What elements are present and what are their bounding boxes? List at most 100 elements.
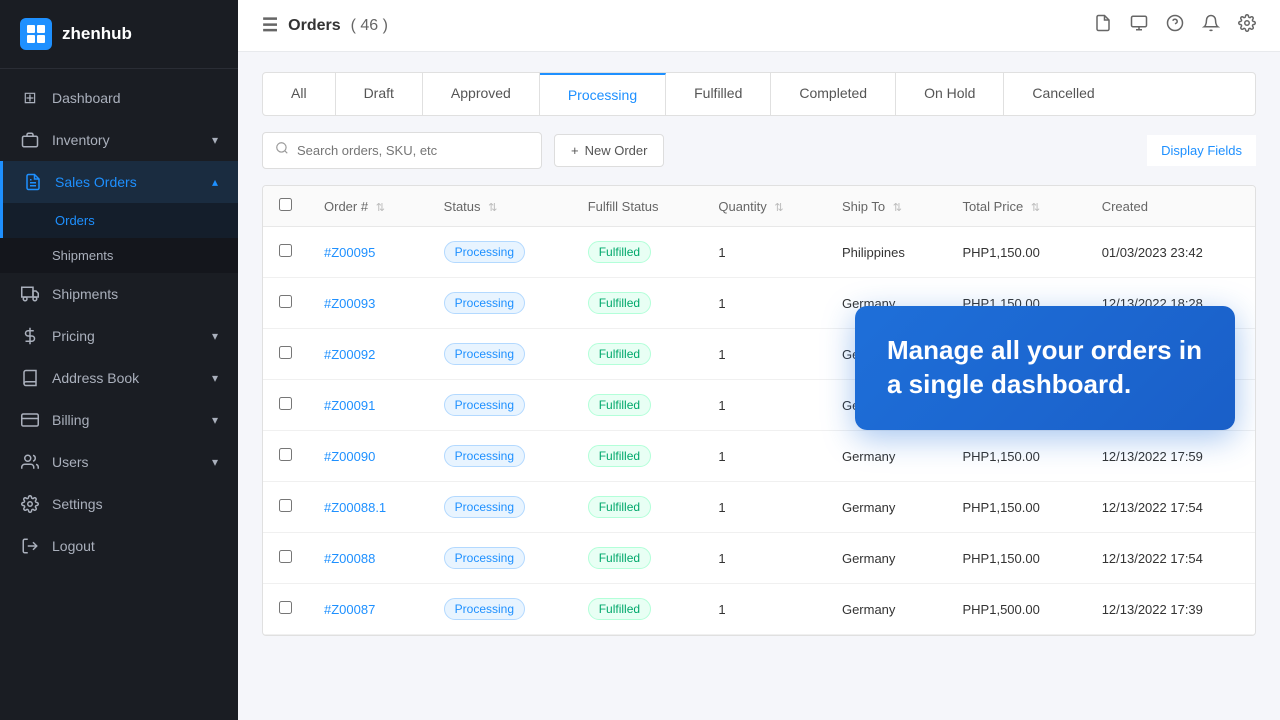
order-link[interactable]: #Z00088 xyxy=(324,551,375,566)
row-order-num[interactable]: #Z00091 xyxy=(308,380,428,431)
status-badge: Processing xyxy=(444,547,525,569)
row-quantity: 1 xyxy=(702,431,826,482)
order-link[interactable]: #Z00095 xyxy=(324,245,375,260)
row-quantity: 1 xyxy=(702,227,826,278)
users-icon xyxy=(20,452,40,472)
order-link[interactable]: #Z00093 xyxy=(324,296,375,311)
table-row: #Z00087 Processing Fulfilled 1 Germany P… xyxy=(263,584,1255,635)
col-total-price[interactable]: Total Price ⇅ xyxy=(947,186,1086,227)
row-checkbox[interactable] xyxy=(279,550,292,563)
shipments-sub-label: Shipments xyxy=(52,248,113,263)
order-link[interactable]: #Z00092 xyxy=(324,347,375,362)
sidebar-item-dashboard[interactable]: ⊞ Dashboard xyxy=(0,77,238,119)
sidebar-item-settings[interactable]: Settings xyxy=(0,483,238,525)
row-checkbox[interactable] xyxy=(279,397,292,410)
order-link[interactable]: #Z00091 xyxy=(324,398,375,413)
row-checkbox-cell xyxy=(263,533,308,584)
manage-orders-popup: Manage all your orders in a single dashb… xyxy=(855,306,1235,430)
table-body: #Z00095 Processing Fulfilled 1 Philippin… xyxy=(263,227,1255,635)
sort-icon: ⇅ xyxy=(893,201,902,214)
row-fulfill-status: Fulfilled xyxy=(572,584,703,635)
sidebar-item-sales-orders[interactable]: Sales Orders ▴ xyxy=(0,161,238,203)
tab-draft[interactable]: Draft xyxy=(336,73,423,115)
order-link[interactable]: #Z00087 xyxy=(324,602,375,617)
sidebar-item-billing[interactable]: Billing ▾ xyxy=(0,399,238,441)
order-link[interactable]: #Z00090 xyxy=(324,449,375,464)
row-order-num[interactable]: #Z00090 xyxy=(308,431,428,482)
row-checkbox-cell xyxy=(263,380,308,431)
sidebar-item-pricing[interactable]: Pricing ▾ xyxy=(0,315,238,357)
row-quantity: 1 xyxy=(702,584,826,635)
col-ship-to[interactable]: Ship To ⇅ xyxy=(826,186,947,227)
logo[interactable]: zhenhub xyxy=(0,0,238,69)
sidebar-item-label: Inventory xyxy=(52,132,110,148)
row-order-num[interactable]: #Z00088 xyxy=(308,533,428,584)
sidebar-item-inventory[interactable]: Inventory ▾ xyxy=(0,119,238,161)
row-checkbox[interactable] xyxy=(279,499,292,512)
sidebar-item-orders[interactable]: Orders xyxy=(0,203,238,238)
row-checkbox-cell xyxy=(263,431,308,482)
row-checkbox-cell xyxy=(263,227,308,278)
topbar-settings-icon[interactable] xyxy=(1238,14,1256,37)
row-quantity: 1 xyxy=(702,533,826,584)
display-fields-button[interactable]: Display Fields xyxy=(1147,135,1256,166)
fulfill-status-badge: Fulfilled xyxy=(588,343,651,365)
tab-processing[interactable]: Processing xyxy=(540,73,666,115)
search-box[interactable] xyxy=(262,132,542,169)
sidebar-item-users[interactable]: Users ▾ xyxy=(0,441,238,483)
new-order-button[interactable]: + + New Order New Order xyxy=(554,134,664,167)
logout-icon xyxy=(20,536,40,556)
row-checkbox[interactable] xyxy=(279,346,292,359)
tab-on-hold[interactable]: On Hold xyxy=(896,73,1004,115)
col-order-num[interactable]: Order # ⇅ xyxy=(308,186,428,227)
sidebar-item-shipments-sub[interactable]: Shipments xyxy=(0,238,238,273)
col-quantity[interactable]: Quantity ⇅ xyxy=(702,186,826,227)
row-checkbox[interactable] xyxy=(279,448,292,461)
search-input[interactable] xyxy=(297,143,529,158)
shipments-icon xyxy=(20,284,40,304)
tab-completed[interactable]: Completed xyxy=(771,73,896,115)
order-tabs: All Draft Approved Processing Fulfilled … xyxy=(262,72,1256,116)
row-total-price: PHP1,150.00 xyxy=(947,533,1086,584)
tab-approved[interactable]: Approved xyxy=(423,73,540,115)
select-all-checkbox[interactable] xyxy=(279,198,292,211)
row-order-num[interactable]: #Z00092 xyxy=(308,329,428,380)
row-checkbox-cell xyxy=(263,482,308,533)
status-badge: Processing xyxy=(444,394,525,416)
table-row: #Z00095 Processing Fulfilled 1 Philippin… xyxy=(263,227,1255,278)
document-icon[interactable] xyxy=(1094,14,1112,37)
display-fields-label: Display Fields xyxy=(1161,143,1242,158)
col-fulfill-status[interactable]: Fulfill Status xyxy=(572,186,703,227)
status-badge: Processing xyxy=(444,292,525,314)
help-icon[interactable] xyxy=(1166,14,1184,37)
row-checkbox[interactable] xyxy=(279,244,292,257)
notification-icon[interactable] xyxy=(1202,14,1220,37)
row-checkbox[interactable] xyxy=(279,295,292,308)
chevron-down-icon: ▾ xyxy=(212,133,218,147)
tab-cancelled[interactable]: Cancelled xyxy=(1004,73,1122,115)
row-total-price: PHP1,150.00 xyxy=(947,227,1086,278)
row-fulfill-status: Fulfilled xyxy=(572,431,703,482)
monitor-icon[interactable] xyxy=(1130,14,1148,37)
sidebar-item-address-book[interactable]: Address Book ▾ xyxy=(0,357,238,399)
row-ship-to: Germany xyxy=(826,482,947,533)
row-fulfill-status: Fulfilled xyxy=(572,227,703,278)
row-ship-to: Germany xyxy=(826,431,947,482)
col-status[interactable]: Status ⇅ xyxy=(428,186,572,227)
row-quantity: 1 xyxy=(702,329,826,380)
tab-fulfilled[interactable]: Fulfilled xyxy=(666,73,771,115)
row-status: Processing xyxy=(428,482,572,533)
row-order-num[interactable]: #Z00088.1 xyxy=(308,482,428,533)
order-link[interactable]: #Z00088.1 xyxy=(324,500,386,515)
row-order-num[interactable]: #Z00095 xyxy=(308,227,428,278)
sidebar-item-logout[interactable]: Logout xyxy=(0,525,238,567)
row-total-price: PHP1,500.00 xyxy=(947,584,1086,635)
row-order-num[interactable]: #Z00093 xyxy=(308,278,428,329)
sidebar-item-label: Logout xyxy=(52,538,95,554)
col-created[interactable]: Created xyxy=(1086,186,1255,227)
tab-all[interactable]: All xyxy=(263,73,336,115)
row-checkbox[interactable] xyxy=(279,601,292,614)
row-order-num[interactable]: #Z00087 xyxy=(308,584,428,635)
sidebar-item-shipments[interactable]: Shipments xyxy=(0,273,238,315)
row-status: Processing xyxy=(428,431,572,482)
